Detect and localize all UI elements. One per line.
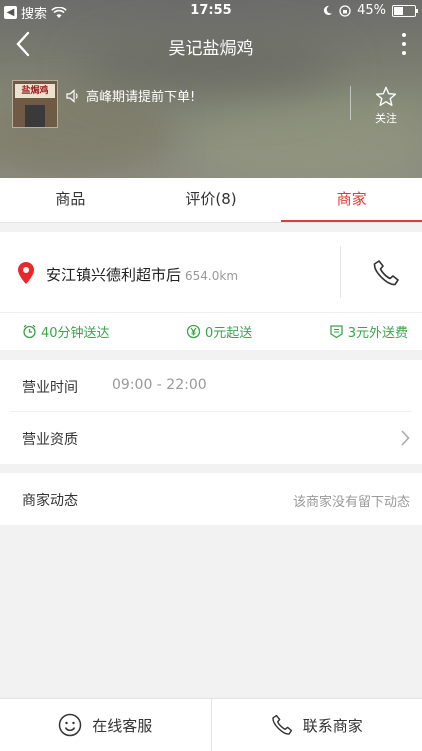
business-license-row[interactable]: 营业资质 — [0, 412, 422, 464]
min-order-text: 0元起送 — [205, 322, 252, 341]
delivery-info: 40分钟送达 0元起送 3元外送费 — [0, 313, 422, 350]
min-order: 0元起送 — [186, 322, 252, 341]
speaker-icon — [66, 89, 80, 103]
phone-icon — [271, 714, 293, 736]
shop-logo-sign: 盐焗鸡 — [15, 84, 55, 98]
shop-notice: 高峰期请提前下单! — [66, 86, 195, 105]
address-card: 安江镇兴德利超市后 654.0km 40分钟送达 0元起送 — [0, 232, 422, 350]
contact-merchant-button[interactable]: 联系商家 — [211, 699, 422, 751]
merchant-dynamics-empty: 该商家没有留下动态 — [293, 491, 410, 510]
shop-header: ◀ 搜索 17:55 45% 吴记盐焗鸡 — [0, 0, 422, 178]
battery-percent: 45% — [357, 3, 386, 18]
smiley-icon — [58, 713, 82, 737]
tab-merchant[interactable]: 商家 — [281, 178, 422, 222]
tab-bar: 商品 评价(8) 商家 — [0, 178, 422, 223]
chevron-right-icon — [400, 430, 410, 446]
business-info-card: 营业时间 09:00 - 22:00 营业资质 — [0, 360, 422, 464]
bottom-action-bar: 在线客服 联系商家 — [0, 698, 422, 751]
merchant-dynamics-label: 商家动态 — [22, 490, 78, 510]
star-icon — [375, 86, 397, 107]
merchant-dynamics-row: 商家动态 该商家没有留下动态 — [0, 473, 422, 525]
phone-icon[interactable] — [372, 259, 400, 287]
follow-label: 关注 — [368, 110, 404, 126]
address-line: 安江镇兴德利超市后 — [46, 266, 181, 284]
shop-logo: 盐焗鸡 — [12, 80, 58, 128]
page-title: 吴记盐焗鸡 — [0, 34, 422, 59]
more-icon[interactable] — [400, 30, 408, 58]
address-distance: 654.0km — [185, 269, 238, 283]
online-service-label: 在线客服 — [92, 715, 152, 736]
delivery-badge-icon — [329, 324, 344, 339]
online-service-button[interactable]: 在线客服 — [0, 699, 211, 751]
business-hours-value: 09:00 - 22:00 — [112, 377, 207, 393]
address-row[interactable]: 安江镇兴德利超市后 654.0km — [0, 232, 422, 313]
delivery-time: 40分钟送达 — [22, 322, 110, 341]
contact-merchant-label: 联系商家 — [303, 715, 363, 736]
battery-icon — [392, 5, 416, 17]
delivery-fee: 3元外送费 — [329, 322, 408, 341]
moon-icon — [322, 5, 333, 16]
status-bar: ◀ 搜索 17:55 45% — [0, 0, 422, 22]
address-divider — [340, 246, 341, 298]
business-license-label: 营业资质 — [22, 429, 78, 449]
yen-coin-icon — [186, 324, 201, 339]
business-hours-label: 营业时间 — [22, 377, 78, 397]
rotation-lock-icon — [339, 5, 351, 17]
location-pin-icon — [18, 262, 34, 284]
tab-products[interactable]: 商品 — [0, 178, 141, 222]
delivery-time-text: 40分钟送达 — [41, 322, 110, 341]
tab-reviews[interactable]: 评价(8) — [141, 178, 282, 222]
address-text: 安江镇兴德利超市后 654.0km — [46, 264, 238, 285]
alarm-clock-icon — [22, 324, 37, 339]
notice-text: 高峰期请提前下单! — [86, 86, 195, 105]
delivery-fee-text: 3元外送费 — [348, 322, 408, 341]
nav-bar: 吴记盐焗鸡 — [0, 28, 422, 60]
business-hours-row: 营业时间 09:00 - 22:00 — [0, 360, 422, 412]
follow-button[interactable]: 关注 — [368, 86, 404, 126]
follow-divider — [350, 86, 351, 120]
